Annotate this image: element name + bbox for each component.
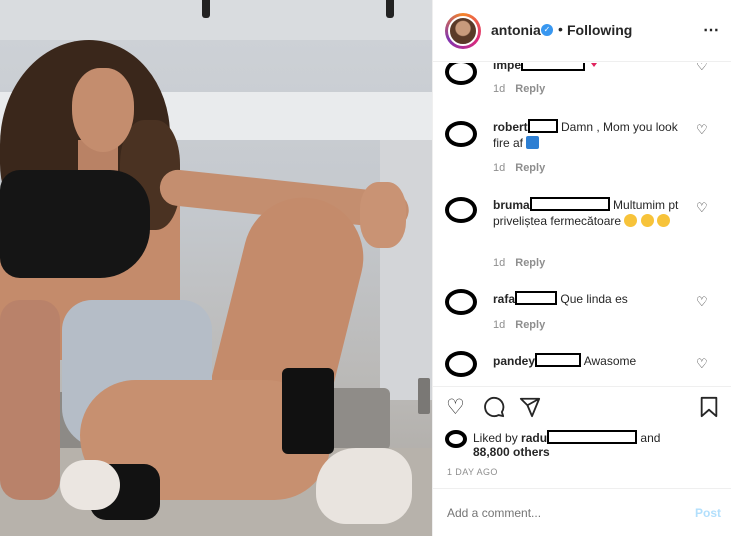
reply-button[interactable]: Reply (515, 83, 545, 95)
avatar-redaction-circle (445, 430, 467, 448)
like-comment-heart-icon[interactable]: ♡ (696, 123, 708, 138)
comment-body: Awasome (583, 354, 637, 368)
comment-bubble-icon (484, 396, 505, 418)
person-slipper (60, 460, 120, 510)
avatar-redaction-circle (445, 351, 477, 377)
likes-count[interactable]: 88,800 others (473, 445, 550, 459)
avatar-image (448, 16, 478, 46)
comment-username[interactable]: pandey (493, 354, 535, 368)
comment-username[interactable]: bruma (493, 198, 530, 212)
comment-text: rafa Que linda es (493, 291, 693, 307)
comments-list[interactable]: lmpe 1d Reply ♡ robert Damn , Mom you loo… (433, 63, 731, 387)
reply-button[interactable]: Reply (515, 162, 545, 174)
likes-summary: Liked by radu and 88,800 others (445, 428, 715, 462)
comment-username[interactable]: rafa (493, 292, 515, 306)
emoji-icon (640, 214, 654, 227)
comment-text: bruma Multumim pt priveliștea fermecătoa… (493, 197, 693, 229)
photo-lamp (418, 378, 430, 414)
like-comment-heart-icon[interactable]: ♡ (696, 295, 708, 310)
avatar-redaction-circle (445, 121, 477, 147)
person-hand (360, 182, 406, 248)
comment-time: 1d (493, 83, 506, 95)
redaction-box (529, 197, 610, 211)
redaction-box (527, 119, 558, 133)
emoji-icon (624, 214, 638, 227)
post-photo[interactable] (0, 0, 432, 536)
comment-meta: 1d Reply (493, 319, 545, 331)
redaction-box (535, 353, 582, 367)
header-separator: • (558, 21, 563, 37)
comment-icon[interactable] (483, 396, 505, 423)
photo-ceiling-light (386, 0, 394, 18)
following-button[interactable]: Following (567, 22, 632, 38)
reply-button[interactable]: Reply (515, 319, 545, 331)
like-heart-icon[interactable]: ♡ (446, 395, 465, 419)
more-options-icon[interactable]: ⋯ (703, 20, 720, 40)
save-bookmark-icon[interactable] (699, 396, 719, 423)
photo-ceiling (0, 0, 432, 40)
avatar-redaction-circle (445, 197, 477, 223)
post-comment-button[interactable]: Post (695, 506, 721, 520)
comment-time: 1d (493, 257, 506, 269)
redaction-box (521, 63, 586, 71)
post-header: antonia ✓ • Following ⋯ (433, 0, 731, 62)
photo-ceiling-light (202, 0, 210, 18)
liked-by-prefix: Liked by (473, 431, 518, 445)
avatar[interactable] (445, 13, 481, 49)
bookmark-icon (700, 396, 718, 418)
like-comment-heart-icon[interactable]: ♡ (696, 357, 708, 372)
redaction-box (515, 291, 558, 305)
avatar-redaction-circle (445, 63, 477, 85)
person-arm (0, 300, 60, 500)
comment-username[interactable]: robert (493, 120, 528, 134)
comment-meta: 1d Reply (493, 257, 545, 269)
person-slipper (316, 448, 412, 524)
like-comment-heart-icon[interactable]: ♡ (696, 63, 708, 74)
comment-time: 1d (493, 162, 506, 174)
person-face (72, 68, 134, 152)
share-icon[interactable] (519, 396, 541, 423)
person-top (0, 170, 150, 278)
paper-plane-icon (519, 397, 541, 418)
post-actions-bar: ♡ (433, 395, 731, 426)
comment-body: Que linda es (560, 292, 628, 306)
post-timestamp[interactable]: 1 DAY AGO (447, 467, 498, 477)
photo-wall (380, 140, 432, 400)
comment-meta: 1d Reply (493, 83, 545, 95)
comment-meta: 1d Reply (493, 162, 545, 174)
liked-by-username[interactable]: radu (521, 431, 547, 445)
person-sock (282, 368, 334, 454)
reply-button[interactable]: Reply (515, 257, 545, 269)
comment-username[interactable]: lmpe (493, 63, 521, 72)
comment-input[interactable] (447, 503, 677, 523)
liked-by-line: Liked by radu and (473, 430, 660, 445)
comment-text: pandey Awasome (493, 353, 693, 369)
emoji-icon (526, 136, 540, 149)
liked-by-and: and (640, 431, 661, 445)
avatar-redaction-circle (445, 289, 477, 315)
comment-text: robert Damn , Mom you look fire af (493, 119, 693, 151)
like-comment-heart-icon[interactable]: ♡ (696, 201, 708, 216)
comment-text: lmpe (493, 63, 693, 73)
post-author-username[interactable]: antonia (491, 22, 541, 38)
emoji-icon (588, 63, 601, 67)
emoji-icon (657, 214, 671, 227)
comment-time: 1d (493, 319, 506, 331)
verified-badge-icon: ✓ (541, 24, 553, 36)
redaction-box (547, 430, 638, 444)
post-side-panel: antonia ✓ • Following ⋯ lmpe 1d Reply ♡ r… (432, 0, 731, 536)
add-comment-bar: Post (433, 488, 731, 536)
